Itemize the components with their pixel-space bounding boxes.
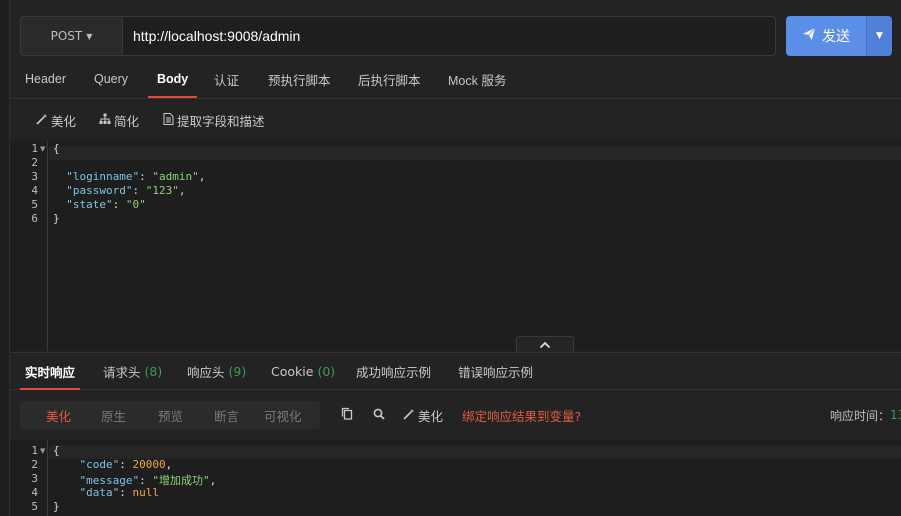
tab-header[interactable]: Header: [25, 60, 66, 98]
document-icon: [163, 112, 174, 128]
caret-down-icon: ▼: [876, 31, 883, 41]
search-button[interactable]: [373, 401, 385, 429]
line-gutter: 1 ▼ 2 3 4 5: [10, 440, 48, 516]
view-mode-segmented: 美化 原生 预览 断言 可视化: [20, 401, 320, 429]
beautify-button[interactable]: 美化: [36, 111, 76, 130]
count-badge: (9): [228, 363, 247, 379]
response-time-value: 13: [890, 408, 901, 422]
method-label: POST: [50, 29, 83, 43]
line-number: 5: [31, 500, 38, 513]
tab-request-headers[interactable]: 请求头 (8): [103, 353, 162, 389]
code-line: "state": "0": [66, 198, 146, 211]
line-number: 2: [31, 156, 38, 169]
fold-caret-icon[interactable]: ▼: [40, 145, 45, 153]
tab-mock[interactable]: Mock 服务: [448, 60, 506, 98]
line-number: 2: [31, 458, 38, 471]
caret-down-icon: ▼: [86, 31, 93, 41]
hierarchy-icon: [99, 113, 111, 128]
paper-plane-icon: [802, 27, 816, 45]
tab-query[interactable]: Query: [94, 60, 128, 98]
chevron-up-icon: [539, 339, 551, 352]
left-panel-edge: [0, 0, 10, 516]
count-badge: (0): [317, 363, 336, 379]
current-line-highlight: [49, 146, 901, 160]
response-tabs: 实时响应 请求头 (8) 响应头 (9) Cookie (0) 成功响应示例 错误响应…: [10, 352, 901, 390]
body-toolbar: 美化 简化 提取字段和描述: [10, 100, 901, 140]
response-toolbar: 美化 原生 预览 断言 可视化 美化 绑定响应结果到变量? 响应时间：13: [10, 391, 901, 437]
method-select[interactable]: POST ▼: [20, 16, 122, 56]
code-line: {: [53, 142, 60, 155]
current-line-highlight: [49, 445, 901, 459]
response-body-viewer[interactable]: 1 ▼ 2 3 4 5 { "code": 20000, "message": …: [10, 440, 901, 516]
line-number: 4: [31, 184, 38, 197]
magic-wand-icon: [403, 408, 415, 423]
tab-pre-script[interactable]: 预执行脚本: [268, 60, 331, 98]
line-number: 3: [31, 472, 38, 485]
simplify-button[interactable]: 简化: [99, 111, 139, 130]
line-number: 1: [31, 142, 38, 155]
line-number: 6: [31, 212, 38, 225]
tab-live-response[interactable]: 实时响应: [19, 353, 81, 390]
tab-body[interactable]: Body: [147, 60, 198, 98]
line-number: 5: [31, 198, 38, 211]
code-line: }: [53, 500, 60, 513]
fold-caret-icon[interactable]: ▼: [40, 447, 45, 455]
view-mode-raw[interactable]: 原生: [101, 401, 126, 429]
line-number: 3: [31, 170, 38, 183]
send-dropdown-button[interactable]: ▼: [866, 16, 892, 56]
extract-fields-button[interactable]: 提取字段和描述: [163, 111, 265, 130]
tab-cookie[interactable]: Cookie (0): [271, 353, 335, 389]
view-mode-pretty[interactable]: 美化: [46, 401, 71, 429]
code-line: {: [53, 444, 60, 457]
code-line: "code": 20000,: [79, 458, 173, 471]
count-badge: (8): [144, 363, 163, 379]
collapse-panel-button[interactable]: [516, 336, 574, 353]
code-line: "loginname": "admin",: [66, 170, 206, 183]
code-line: }: [53, 212, 60, 225]
tab-response-headers[interactable]: 响应头 (9): [187, 353, 246, 389]
tab-auth[interactable]: 认证: [214, 60, 239, 98]
send-button[interactable]: 发送: [786, 16, 866, 56]
request-tabs: Header Query Body 认证 预执行脚本 后执行脚本 Mock 服务: [10, 60, 901, 99]
tab-error-example[interactable]: 错误响应示例: [458, 353, 533, 389]
url-input[interactable]: http://localhost:9008/admin: [122, 16, 776, 56]
line-number: 4: [31, 486, 38, 499]
view-mode-assert[interactable]: 断言: [214, 401, 239, 429]
search-icon: [373, 408, 385, 423]
view-mode-visualize[interactable]: 可视化: [264, 401, 302, 429]
line-gutter: 1 ▼ 2 3 4 5 6: [10, 141, 48, 351]
response-time: 响应时间：13: [830, 401, 901, 429]
view-mode-preview[interactable]: 预览: [158, 401, 183, 429]
tab-success-example[interactable]: 成功响应示例: [356, 353, 431, 389]
code-line: "data": null: [79, 486, 160, 499]
copy-button[interactable]: [341, 401, 353, 429]
line-number: 1: [31, 444, 38, 457]
request-body-editor[interactable]: 1 ▼ 2 3 4 5 6 { "loginname": "admin", "p…: [10, 141, 901, 351]
bind-response-variable-link[interactable]: 绑定响应结果到变量?: [462, 401, 581, 429]
send-label: 发送: [822, 29, 850, 45]
copy-icon: [341, 407, 353, 423]
code-line: "password": "123",: [66, 184, 186, 197]
magic-wand-icon: [36, 113, 48, 128]
tab-post-script[interactable]: 后执行脚本: [358, 60, 421, 98]
request-bar: POST ▼ http://localhost:9008/admin 发送 ▼: [20, 16, 892, 56]
response-beautify-button[interactable]: 美化: [403, 401, 443, 429]
